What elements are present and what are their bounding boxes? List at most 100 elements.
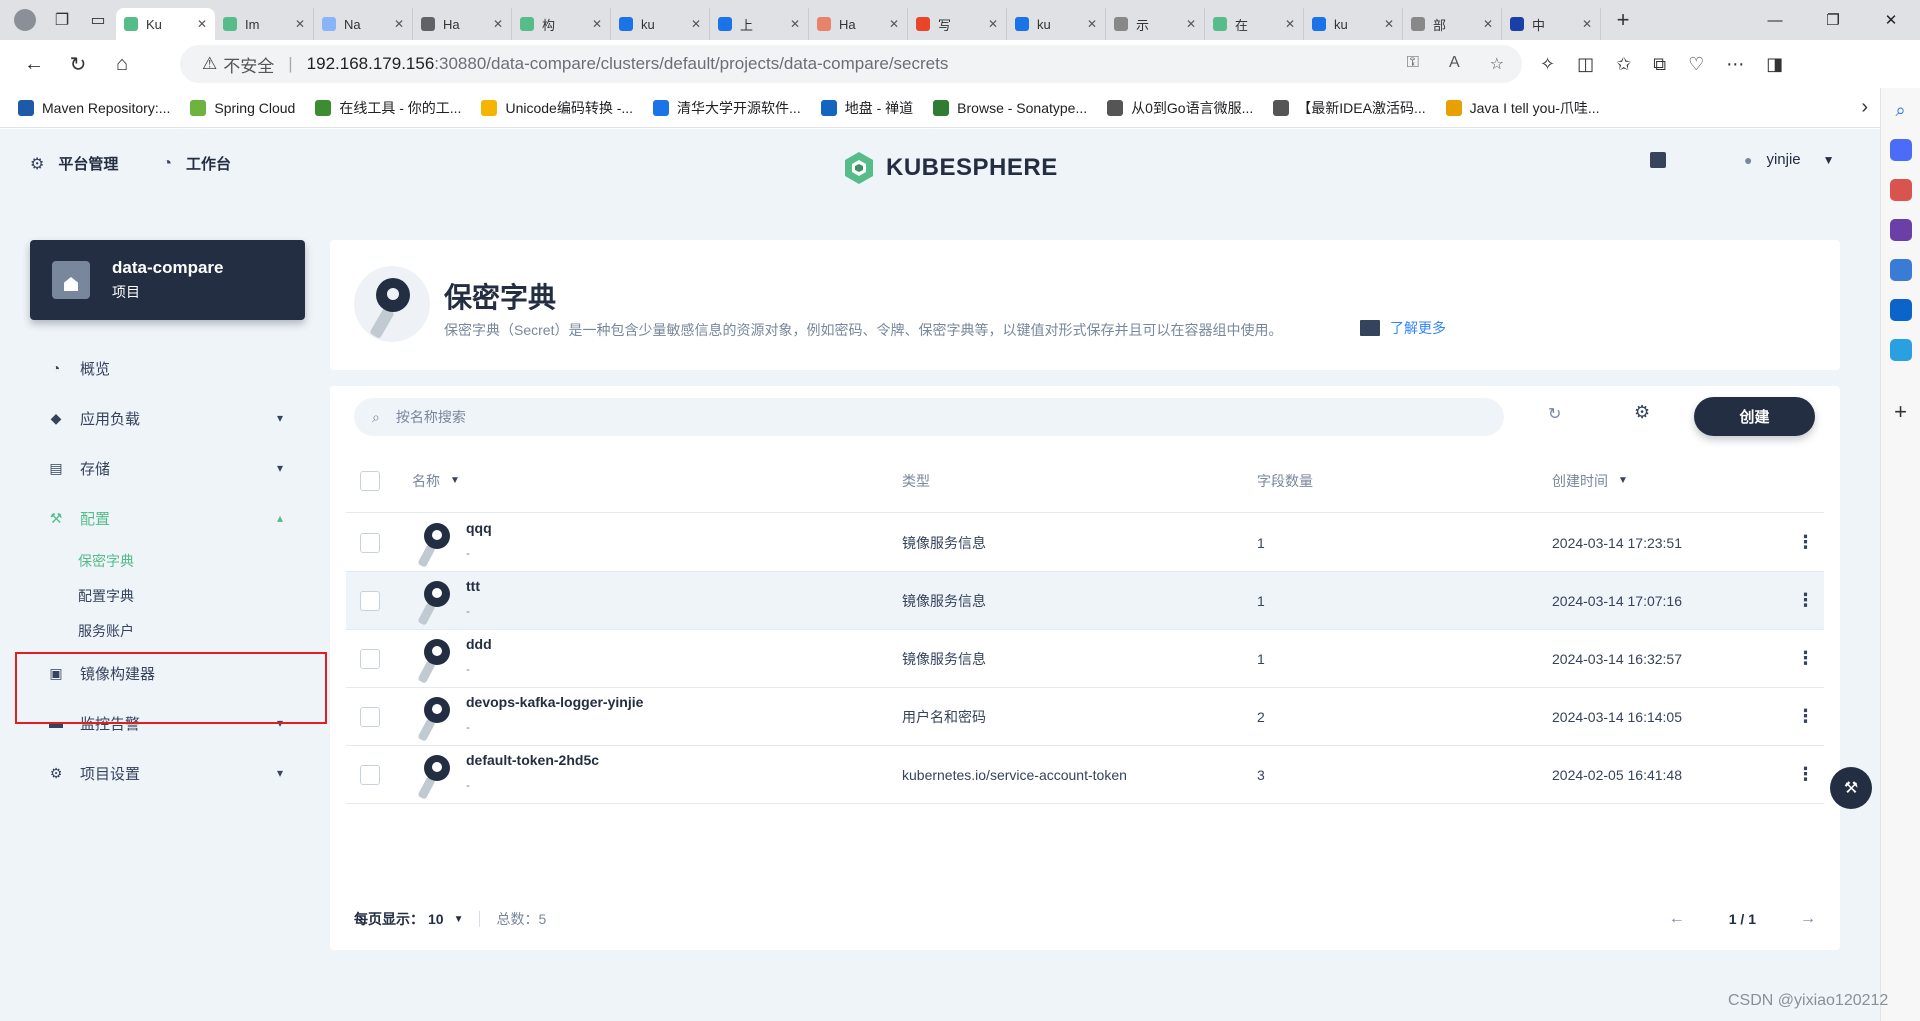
tab-actions-icon[interactable]: ▭ <box>80 5 116 35</box>
browser-tab[interactable]: Ku ✕ <box>116 8 215 40</box>
table-row[interactable]: ddd - 镜像服务信息 1 2024-03-14 16:32:57 ⋮ <box>346 630 1824 688</box>
project-card[interactable]: data-compare 项目 <box>30 240 305 320</box>
restore-icon[interactable]: ❐ <box>1804 0 1862 40</box>
split-screen-icon[interactable]: ◫ <box>1577 54 1594 75</box>
close-tab-icon[interactable]: ✕ <box>295 17 305 31</box>
user-menu[interactable]: ● yinjie ▼ <box>1650 151 1835 168</box>
sidebar-item-configmaps[interactable]: 配置字典 <box>30 578 305 613</box>
bookmark-item[interactable]: Spring Cloud <box>190 99 295 116</box>
browser-tab[interactable]: 上 ✕ <box>710 8 809 40</box>
table-row[interactable]: ttt - 镜像服务信息 1 2024-03-14 17:07:16 ⋮ <box>346 572 1824 630</box>
close-tab-icon[interactable]: ✕ <box>790 17 800 31</box>
secret-name-link[interactable]: devops-kafka-logger-yinjie <box>466 694 643 710</box>
send-icon[interactable] <box>1889 339 1912 361</box>
browser-tab[interactable]: ku ✕ <box>1007 8 1106 40</box>
row-checkbox[interactable] <box>360 590 380 611</box>
close-tab-icon[interactable]: ✕ <box>394 17 404 31</box>
sidebar-item-service-accounts[interactable]: 服务账户 <box>30 613 305 648</box>
close-tab-icon[interactable]: ✕ <box>889 17 899 31</box>
search-bar[interactable]: ⌕ <box>354 398 1504 436</box>
close-tab-icon[interactable]: ✕ <box>1186 17 1196 31</box>
table-row[interactable]: devops-kafka-logger-yinjie - 用户名和密码 2 2024-0… <box>346 688 1824 746</box>
close-tab-icon[interactable]: ✕ <box>592 17 602 31</box>
bookmark-item[interactable]: Java I tell you-爪哇... <box>1445 98 1600 118</box>
close-tab-icon[interactable]: ✕ <box>988 17 998 31</box>
select-all-checkbox[interactable] <box>360 470 380 491</box>
collections-icon[interactable]: ⧉ <box>1653 54 1666 75</box>
browser-tab[interactable]: Im ✕ <box>215 8 314 40</box>
docs-icon[interactable] <box>1650 151 1666 168</box>
url-field[interactable]: ⚠ 不安全 | 192.168.179.156 :30880/data-comp… <box>180 45 1522 83</box>
new-tab-button[interactable]: + <box>1605 7 1641 33</box>
secret-name-link[interactable]: ttt <box>466 578 480 594</box>
bookmark-item[interactable]: 清华大学开源软件... <box>653 98 801 118</box>
secret-name-link[interactable]: ddd <box>466 636 492 652</box>
next-page-icon[interactable]: → <box>1800 910 1816 928</box>
secret-name-link[interactable]: qqq <box>466 520 492 536</box>
bookmark-item[interactable]: Unicode编码转换 -... <box>481 98 633 118</box>
outlook-icon[interactable] <box>1889 299 1912 321</box>
search-input[interactable] <box>395 409 1196 425</box>
browser-tab[interactable]: Ha ✕ <box>809 8 908 40</box>
bookmark-item[interactable]: Maven Repository:... <box>18 99 170 116</box>
performance-icon[interactable]: ♡ <box>1688 54 1704 75</box>
browser-tab[interactable]: 写 ✕ <box>908 8 1007 40</box>
close-tab-icon[interactable]: ✕ <box>1384 17 1394 31</box>
tag-icon[interactable] <box>1889 139 1912 161</box>
sidebar-item-overview[interactable]: ◔ 概览 <box>30 343 305 393</box>
create-button[interactable]: 创建 <box>1694 397 1815 436</box>
close-tab-icon[interactable]: ✕ <box>493 17 503 31</box>
close-tab-icon[interactable]: ✕ <box>1483 17 1493 31</box>
home-icon[interactable]: ⌂ <box>100 46 144 82</box>
row-more-icon[interactable]: ⋮ <box>1797 764 1815 784</box>
secret-name-link[interactable]: default-token-2hd5c <box>466 752 599 768</box>
learn-more-link[interactable]: 了解更多 <box>1360 318 1446 338</box>
row-more-icon[interactable]: ⋮ <box>1797 532 1815 552</box>
browser-tab[interactable]: 部 ✕ <box>1403 8 1502 40</box>
profile-avatar[interactable] <box>14 9 36 31</box>
browser-tab[interactable]: Na ✕ <box>314 8 413 40</box>
bookmarks-overflow-icon[interactable]: › <box>1861 96 1868 119</box>
table-row[interactable]: default-token-2hd5c - kubernetes.io/servic… <box>346 746 1824 804</box>
favorites-icon[interactable]: ✩ <box>1616 54 1631 75</box>
sidebar-item-storage[interactable]: ▤ 存储 ▾ <box>30 443 305 493</box>
add-sidebar-app-icon[interactable]: + <box>1894 399 1907 425</box>
favorite-star-icon[interactable]: ☆ <box>1490 54 1504 74</box>
extensions-icon[interactable]: ✧ <box>1540 54 1555 75</box>
copilot-icon[interactable] <box>1889 259 1912 281</box>
row-more-icon[interactable]: ⋮ <box>1797 590 1815 610</box>
per-page-select[interactable]: 10 <box>428 911 444 927</box>
row-checkbox[interactable] <box>360 764 380 785</box>
refresh-icon[interactable]: ↻ <box>1548 404 1561 424</box>
header-created[interactable]: 创建时间 ▼ <box>1552 471 1787 491</box>
caret-down-icon[interactable]: ▼ <box>454 914 464 925</box>
games-icon[interactable] <box>1889 219 1912 241</box>
bookmark-item[interactable]: 地盘 - 禅道 <box>820 98 913 118</box>
back-icon[interactable]: ← <box>12 46 56 82</box>
toolbox-fab-hammer-icon[interactable]: ⚒ <box>1830 767 1872 809</box>
sidebar-item-project-settings[interactable]: ⚙ 项目设置 ▾ <box>30 748 305 798</box>
sidebar-item-config[interactable]: ⚒ 配置 ▴ <box>30 493 305 543</box>
bookmark-item[interactable]: 在线工具 - 你的工... <box>315 98 461 118</box>
header-name[interactable]: 名称 ▼ <box>412 471 902 491</box>
reload-icon[interactable]: ↻ <box>56 46 100 82</box>
sidebar-item-workloads[interactable]: ◆ 应用负载 ▾ <box>30 393 305 443</box>
search-icon[interactable]: ⌕ <box>1895 100 1905 121</box>
read-aloud-icon[interactable]: A <box>1449 54 1460 74</box>
row-checkbox[interactable] <box>360 648 380 669</box>
browser-tab[interactable]: 构 ✕ <box>512 8 611 40</box>
bookmark-item[interactable]: 【最新IDEA激活码... <box>1273 98 1426 118</box>
platform-management-link[interactable]: ⚙ 平台管理 <box>30 153 118 174</box>
browser-tab[interactable]: 中 ✕ <box>1502 8 1601 40</box>
browser-tab[interactable]: ku ✕ <box>1304 8 1403 40</box>
close-tab-icon[interactable]: ✕ <box>691 17 701 31</box>
sidebar-item-secrets[interactable]: 保密字典 <box>30 543 305 578</box>
row-checkbox[interactable] <box>360 706 380 727</box>
close-tab-icon[interactable]: ✕ <box>197 17 207 31</box>
workbench-link[interactable]: ◔ 工作台 <box>162 153 231 174</box>
close-tab-icon[interactable]: ✕ <box>1582 17 1592 31</box>
kubesphere-logo[interactable]: KUBESPHERE <box>842 151 1058 185</box>
close-tab-icon[interactable]: ✕ <box>1285 17 1295 31</box>
row-more-icon[interactable]: ⋮ <box>1797 706 1815 726</box>
key-icon[interactable]: ⚿ <box>1407 54 1419 74</box>
